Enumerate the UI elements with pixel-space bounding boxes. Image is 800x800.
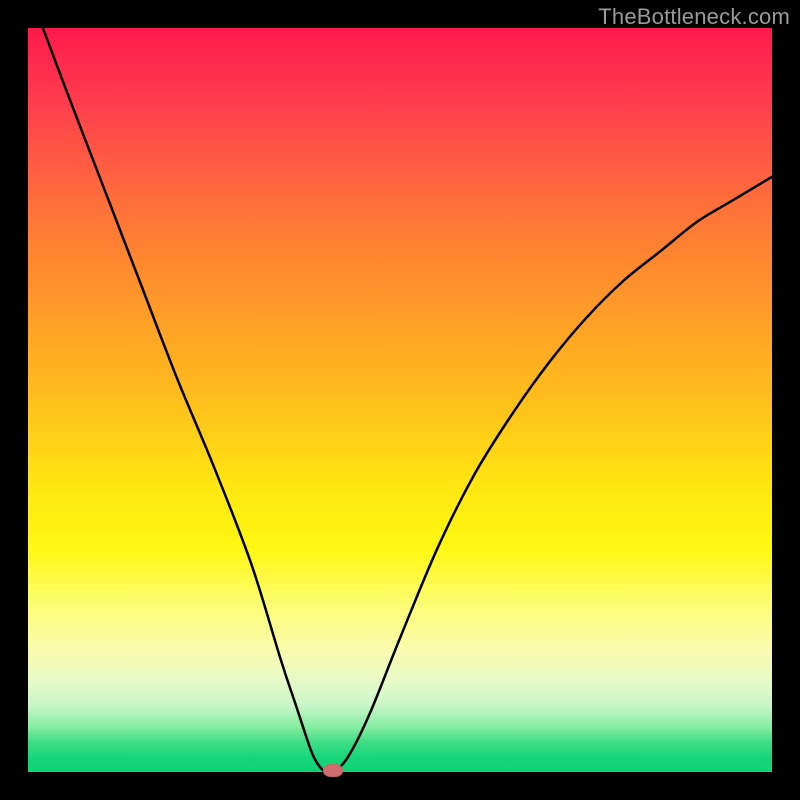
curve-path — [43, 28, 772, 772]
bottleneck-curve — [28, 28, 772, 772]
watermark-text: TheBottleneck.com — [598, 4, 790, 30]
chart-frame: TheBottleneck.com — [0, 0, 800, 800]
plot-area — [28, 28, 772, 772]
optimal-marker — [323, 764, 343, 777]
